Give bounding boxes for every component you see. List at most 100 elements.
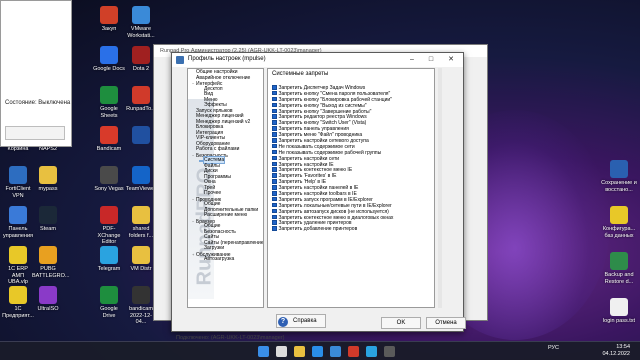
language-indicator[interactable]: РУС <box>548 345 559 351</box>
desktop-icon-image <box>132 46 150 64</box>
checkbox[interactable] <box>272 102 277 108</box>
tree-item-label: Расширение меню <box>204 212 248 218</box>
checkbox[interactable] <box>272 161 277 167</box>
tree-item-label: Загрузки <box>204 245 225 251</box>
desktop-icon[interactable]: mypass <box>32 166 64 193</box>
checkbox[interactable] <box>272 185 277 190</box>
desktop-icon[interactable]: Backup and Restore d... <box>600 252 638 285</box>
restriction-label: Запретить добавление принтеров <box>278 226 358 233</box>
checkbox[interactable] <box>272 196 277 202</box>
desktop-icon[interactable]: Steam <box>32 206 64 233</box>
checkbox[interactable] <box>272 143 277 149</box>
clock-date: 04.12.2022 <box>602 351 630 357</box>
desktop-icon[interactable]: 1С ERP АМП UBA.vlp <box>2 246 34 286</box>
checkbox[interactable] <box>272 167 277 172</box>
checkbox[interactable] <box>272 85 277 90</box>
desktop-icon-image <box>9 246 27 264</box>
telegram-icon[interactable] <box>366 346 377 357</box>
maximize-icon[interactable]: □ <box>424 55 438 65</box>
desktop-icon-label: Google Docs <box>93 66 125 72</box>
desktop-icon[interactable]: Google Sheets <box>93 86 125 119</box>
desktop-icon-image <box>39 286 57 304</box>
desktop-icon[interactable]: Конфигура... баз данных <box>600 206 638 239</box>
checkbox[interactable] <box>272 226 277 231</box>
start-icon[interactable] <box>258 346 269 357</box>
dialog-title: Профиль настроек (mpulse) <box>188 56 266 62</box>
tree-item-label: Аварийное отключение <box>196 74 251 81</box>
desktop-icon[interactable]: VMware Workstati... <box>125 6 157 39</box>
popup-button[interactable] <box>5 126 65 140</box>
checkbox[interactable] <box>272 114 277 119</box>
desktop-icon[interactable]: Telegram <box>93 246 125 273</box>
desktop-icon[interactable]: Сохранение и восстано... <box>600 160 638 193</box>
checkbox[interactable] <box>272 208 277 214</box>
desktop-icon[interactable]: login pass.txt <box>600 298 638 325</box>
checkbox[interactable] <box>272 220 277 225</box>
desktop-icon-image <box>132 166 150 184</box>
cancel-button[interactable]: Отмена <box>426 317 466 329</box>
desktop-icon[interactable]: PUBG BATTLEGRO... <box>32 246 70 279</box>
desktop-icon[interactable]: Sony Vegas <box>93 166 125 193</box>
desktop-icon-label: Telegram <box>97 266 121 272</box>
desktop-icon[interactable]: Bandicam <box>93 126 125 153</box>
restriction-item[interactable]: Запретить добавление принтеров <box>272 226 393 232</box>
explorer-icon[interactable] <box>294 346 305 357</box>
close-icon[interactable]: ✕ <box>444 55 458 65</box>
ok-button[interactable]: OK <box>381 317 421 329</box>
desktop-icon-label: mypass <box>38 186 58 192</box>
checkbox[interactable] <box>272 90 277 96</box>
desktop-icon-label: PDF-XChange Editor <box>97 226 121 245</box>
settings-tree[interactable]: RunpadPRO Общие настройки Аварийное отклю… <box>187 68 264 308</box>
desktop-icon-label: Закуп <box>101 26 117 32</box>
checkbox[interactable] <box>272 179 277 184</box>
desktop-icon[interactable]: PDF-XChange Editor <box>93 206 125 246</box>
checkbox[interactable] <box>272 155 277 161</box>
desktop-icon-image <box>132 6 150 24</box>
help-label: Справка <box>293 318 317 324</box>
desktop-icon[interactable]: FortiClient VPN <box>2 166 34 199</box>
tree-item[interactable]: Автозагрузка <box>192 256 263 263</box>
tree-items: Общие настройки Аварийное отключение − Инте… <box>192 69 263 263</box>
desktop-icon-image <box>9 166 27 184</box>
checkbox[interactable] <box>272 202 277 208</box>
panel-scrollbar[interactable] <box>438 68 442 308</box>
clock[interactable]: 13:54 04.12.2022 <box>594 344 630 358</box>
restrictions-panel: Системные запреты Запретить Диспетчер За… <box>267 68 435 308</box>
vpn-status-popup: Состояние: Выключена <box>0 0 72 147</box>
checkbox[interactable] <box>272 96 277 102</box>
checkbox[interactable] <box>272 108 277 114</box>
checkbox[interactable] <box>272 138 277 143</box>
desktop-icon-image <box>9 206 27 224</box>
checkbox[interactable] <box>272 149 277 155</box>
desktop-icon-label: Сохранение и восстано... <box>601 180 637 193</box>
desktop-icon-image <box>610 206 628 224</box>
desktop-icon-image <box>132 126 150 144</box>
runpad-icon[interactable] <box>348 346 359 357</box>
checkbox[interactable] <box>272 120 277 125</box>
checkbox[interactable] <box>272 214 277 220</box>
settings-profile-dialog[interactable]: Профиль настроек (mpulse) – □ ✕ RunpadPR… <box>171 52 466 332</box>
dialog-titlebar[interactable]: Профиль настроек (mpulse) – □ ✕ <box>172 53 463 67</box>
clock-time: 13:54 <box>616 344 630 350</box>
checkbox[interactable] <box>272 191 277 196</box>
desktop-icon[interactable]: Google Docs <box>93 46 125 73</box>
edge-icon[interactable] <box>312 346 323 357</box>
app-icon-2[interactable] <box>384 346 395 357</box>
search-icon[interactable] <box>276 346 287 357</box>
vpn-status-text: Состояние: Выключена <box>5 100 71 106</box>
desktop-icon[interactable]: UltraISO <box>32 286 64 313</box>
help-icon: ? <box>278 317 288 327</box>
checkbox[interactable] <box>272 173 277 178</box>
vmware-icon[interactable] <box>330 346 341 357</box>
checkbox[interactable] <box>272 132 277 137</box>
desktop-icon[interactable]: Панель управления <box>2 206 34 239</box>
checkbox[interactable] <box>272 126 277 131</box>
desktop-icon[interactable]: Закуп <box>93 6 125 33</box>
desktop-icon[interactable]: Google Drive <box>93 286 125 319</box>
tree-item-label: Работа с файлами <box>196 146 240 152</box>
desktop-icon[interactable]: 1С Предприят... <box>2 286 34 319</box>
minimize-icon[interactable]: – <box>405 55 419 65</box>
desktop-icon-label: Sony Vegas <box>94 186 124 192</box>
restrictions-list: Запретить Диспетчер Задач Windows Запрети… <box>272 85 393 232</box>
desktop-icon-image <box>132 286 150 304</box>
